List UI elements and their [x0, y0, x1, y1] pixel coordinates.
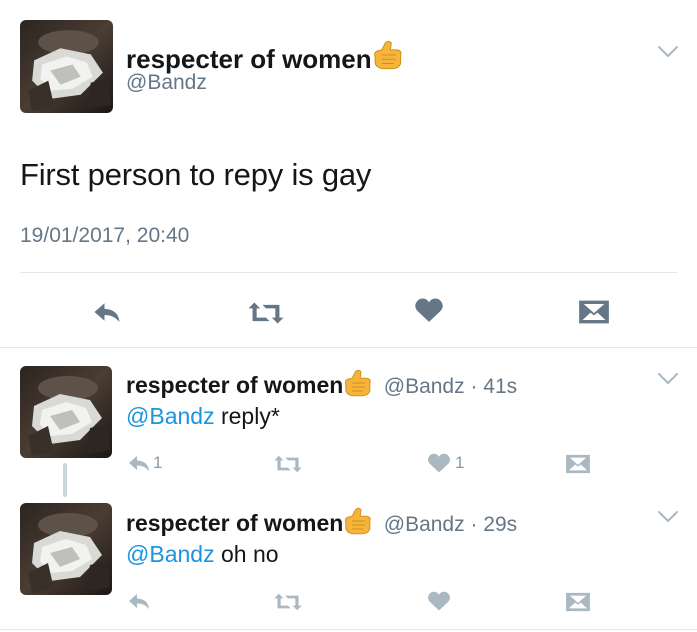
- reply-1-reply-action[interactable]: 1: [127, 451, 162, 475]
- main-tweet-avatar[interactable]: [20, 20, 113, 113]
- reply-1-direct-message-icon[interactable]: [565, 453, 591, 475]
- main-tweet-timestamp[interactable]: 19/01/2017, 20:40: [20, 224, 189, 248]
- reply-2-mention[interactable]: @Bandz: [126, 541, 215, 567]
- like-icon: [427, 451, 451, 475]
- reply-1-header: respecter of women @Bandz · 41s: [126, 367, 517, 399]
- main-tweet-chevron-down-icon[interactable]: [657, 45, 679, 59]
- call-me-hand-emoji-icon: [370, 38, 404, 72]
- reply-1-handle-time[interactable]: @Bandz · 41s: [384, 375, 517, 398]
- main-tweet-bottom-divider: [0, 347, 697, 348]
- call-me-hand-emoji-icon: [341, 367, 373, 399]
- reply-1-chevron-down-icon[interactable]: [657, 372, 679, 386]
- reply-1-like-count: 1: [455, 453, 465, 472]
- main-retweet-icon[interactable]: [246, 299, 286, 327]
- display-name-text: respecter of women: [126, 44, 372, 74]
- main-direct-message-icon[interactable]: [578, 298, 610, 326]
- reply-2-header: respecter of women @Bandz · 29s: [126, 505, 517, 537]
- reply-2-like-icon[interactable]: [427, 589, 451, 613]
- reply-1-display-name[interactable]: respecter of women: [126, 372, 343, 398]
- reply-1-mention[interactable]: @Bandz: [126, 403, 215, 429]
- thread-connector-line: [63, 463, 67, 497]
- reply-1-reply-count: 1: [153, 453, 163, 472]
- reply-2-body: oh no: [214, 541, 279, 567]
- main-reply-icon[interactable]: [92, 297, 122, 327]
- reply-1-avatar[interactable]: [20, 366, 112, 458]
- main-tweet-divider: [20, 272, 677, 273]
- reply-2-handle-time[interactable]: @Bandz · 29s: [384, 513, 517, 536]
- reply-2-avatar[interactable]: [20, 503, 112, 595]
- reply-icon: [127, 451, 151, 475]
- reply-2-display-name[interactable]: respecter of women: [126, 510, 343, 536]
- reply-2-direct-message-icon[interactable]: [565, 591, 591, 613]
- reply-1-text: @Bandz reply*: [126, 403, 280, 430]
- reply-1-like-action[interactable]: 1: [427, 451, 464, 475]
- reply-2-bottom-divider: [0, 629, 697, 630]
- main-like-icon[interactable]: [414, 295, 444, 325]
- reply-2-chevron-down-icon[interactable]: [657, 510, 679, 524]
- reply-1-body: reply*: [214, 403, 280, 429]
- main-tweet-text: First person to repy is gay: [20, 157, 372, 192]
- main-tweet-handle[interactable]: @Bandz: [126, 71, 207, 95]
- main-tweet-display-name[interactable]: respecter of women: [126, 38, 404, 75]
- reply-2-text: @Bandz oh no: [126, 541, 279, 568]
- reply-1-retweet-icon[interactable]: [272, 453, 304, 475]
- call-me-hand-emoji-icon: [341, 505, 373, 537]
- reply-2-reply-icon[interactable]: [127, 589, 151, 613]
- reply-2-retweet-icon[interactable]: [272, 591, 304, 613]
